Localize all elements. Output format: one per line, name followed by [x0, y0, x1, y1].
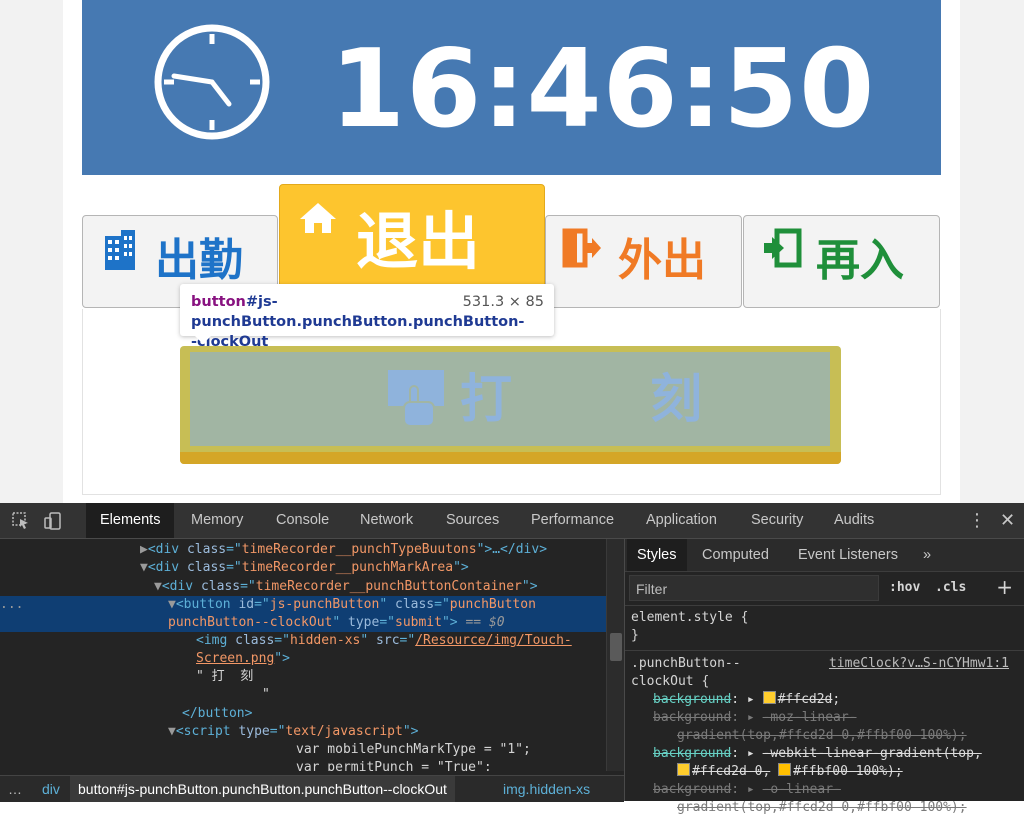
- decl-background-4-cont: gradient(top,#ffcd2d 0,#ffbf00 100%);: [677, 800, 967, 815]
- rule-selector-cont[interactable]: clockOut {: [631, 673, 709, 691]
- dom-text-node-end: ": [262, 687, 270, 702]
- clock-in-label: 出勤: [155, 235, 243, 286]
- tab-memory[interactable]: Memory: [191, 503, 243, 538]
- color-swatch[interactable]: [778, 763, 792, 776]
- return-label: 再入: [816, 235, 904, 286]
- styles-filter-input[interactable]: Filter: [629, 575, 879, 601]
- dom-script-line-2: var permitPunch = "True";: [296, 760, 492, 771]
- punch-button[interactable]: 打 刻: [180, 346, 841, 464]
- clock-out-button[interactable]: 退出: [279, 184, 545, 289]
- tab-event-listeners[interactable]: Event Listeners: [798, 539, 898, 571]
- page-area: 16:46:50 出勤 退出 外出 再入 打 刻 button#js-punch…: [0, 0, 1024, 503]
- dom-script-line-1: var mobilePunchMarkType = "1";: [296, 742, 531, 757]
- add-rule-icon[interactable]: +: [996, 575, 1013, 601]
- dom-node-img[interactable]: <img class="hidden-xs" src="/Resource/im…: [196, 632, 572, 650]
- punch-button-face: 打 刻: [190, 352, 830, 446]
- tab-network[interactable]: Network: [360, 503, 413, 538]
- divider: [625, 650, 1024, 651]
- scrollbar-thumb[interactable]: [610, 633, 622, 661]
- styles-pane: Styles Computed Event Listeners » Filter…: [624, 539, 1024, 815]
- tab-security[interactable]: Security: [751, 503, 803, 538]
- punch-button-label: 打 刻: [460, 370, 763, 430]
- devtools-panel: Elements Memory Console Network Sources …: [0, 503, 1024, 815]
- decl-background-2[interactable]: background: ▸ -moz-linear-: [653, 709, 857, 727]
- dom-tree-scrollbar[interactable]: [606, 539, 625, 771]
- color-swatch[interactable]: [677, 763, 690, 776]
- tab-computed[interactable]: Computed: [702, 539, 769, 571]
- class-toggle[interactable]: .cls: [935, 575, 966, 601]
- decl-background-3[interactable]: background: ▸ -webkit-linear-gradient(to…: [653, 745, 982, 763]
- dom-node-punch-mark-area[interactable]: ▼<div class="timeRecorder__punchMarkArea…: [140, 559, 469, 577]
- dom-node-punch-type-buttons[interactable]: ▶<div class="timeRecorder__punchTypeBuut…: [140, 541, 547, 559]
- tab-application[interactable]: Application: [646, 503, 717, 538]
- dom-text-node[interactable]: " 打 刻: [196, 668, 253, 686]
- tabs-overflow-icon[interactable]: »: [923, 539, 931, 571]
- decl-background-1[interactable]: background: ▸ #ffcd2d;: [653, 691, 840, 709]
- clock-icon: [154, 24, 270, 140]
- decl-background-4[interactable]: background: ▸ -o-linear-: [653, 781, 841, 799]
- element-inspector-tooltip: button#js-punchButton.punchButton.punchB…: [180, 284, 554, 350]
- styles-tabs: Styles Computed Event Listeners »: [625, 539, 1024, 572]
- tab-console[interactable]: Console: [276, 503, 329, 538]
- breadcrumb-img[interactable]: img.hidden-xs: [503, 776, 590, 802]
- exit-door-icon: [562, 228, 601, 268]
- go-out-label: 外出: [618, 235, 706, 286]
- devtools-toolbar: Elements Memory Console Network Sources …: [0, 503, 1024, 539]
- building-icon: [105, 230, 135, 270]
- dom-node-punch-button-cont[interactable]: punchButton--clockOut" type="submit"> ==…: [168, 614, 505, 632]
- dom-node-punch-button-container[interactable]: ▼<div class="timeRecorder__punchButtonCo…: [154, 578, 538, 596]
- breadcrumb: … div button#js-punchButton.punchButton.…: [0, 775, 624, 802]
- hover-state-toggle[interactable]: :hov: [889, 575, 920, 601]
- element-style-close: }: [631, 628, 639, 643]
- breadcrumb-div[interactable]: div: [42, 776, 60, 802]
- tab-audits[interactable]: Audits: [834, 503, 874, 538]
- element-style-selector[interactable]: element.style {: [631, 609, 748, 627]
- clock-time: 16:46:50: [330, 27, 876, 152]
- dom-node-script[interactable]: ▼<script type="text/javascript">: [168, 723, 418, 741]
- punch-button-shadow: [180, 452, 841, 464]
- more-options-icon[interactable]: ⋮: [968, 503, 986, 538]
- color-swatch[interactable]: [762, 691, 776, 704]
- dom-tree-ellipsis[interactable]: ...: [0, 596, 23, 614]
- close-icon[interactable]: ✕: [1000, 503, 1015, 538]
- decl-background-2-cont: gradient(top,#ffcd2d 0,#ffbf00 100%);: [677, 728, 967, 743]
- divider: [625, 605, 1024, 606]
- dom-node-img-cont[interactable]: Screen.png">: [196, 650, 290, 668]
- return-button[interactable]: 再入: [743, 215, 940, 308]
- breadcrumb-button[interactable]: button#js-punchButton.punchButton.punchB…: [70, 776, 455, 802]
- device-toggle-icon[interactable]: [44, 512, 62, 530]
- enter-door-icon: [764, 228, 802, 268]
- rule-source-link[interactable]: timeClock?v…S-nCYHmw1:1: [829, 655, 1009, 673]
- decl-background-3-cont: #ffcd2d 0, #ffbf00 100%);: [677, 763, 903, 781]
- tooltip-tag: button: [191, 294, 246, 310]
- tooltip-selector: button#js-punchButton.punchButton.punchB…: [191, 292, 524, 352]
- go-out-button[interactable]: 外出: [545, 215, 742, 308]
- clock-out-label: 退出: [356, 205, 481, 278]
- dom-tree[interactable]: ... ▶<div class="timeRecorder__punchType…: [0, 539, 606, 771]
- dom-node-button-close[interactable]: </button>: [182, 705, 252, 723]
- home-icon: [300, 203, 336, 233]
- tooltip-dimensions: 531.3 × 85: [462, 294, 544, 310]
- tab-elements[interactable]: Elements: [86, 503, 175, 538]
- inspect-element-icon[interactable]: [12, 512, 30, 530]
- touch-hand-icon: [388, 370, 444, 427]
- tab-performance[interactable]: Performance: [531, 503, 614, 538]
- styles-filter-row: Filter :hov .cls +: [625, 575, 1024, 603]
- dom-node-punch-button[interactable]: ▼<button id="js-punchButton" class="punc…: [168, 596, 536, 614]
- tooltip-arrow: [194, 335, 212, 344]
- tab-sources[interactable]: Sources: [446, 503, 499, 538]
- breadcrumb-more[interactable]: …: [8, 776, 22, 802]
- tab-styles[interactable]: Styles: [627, 539, 687, 571]
- rule-selector[interactable]: .punchButton--: [631, 655, 741, 673]
